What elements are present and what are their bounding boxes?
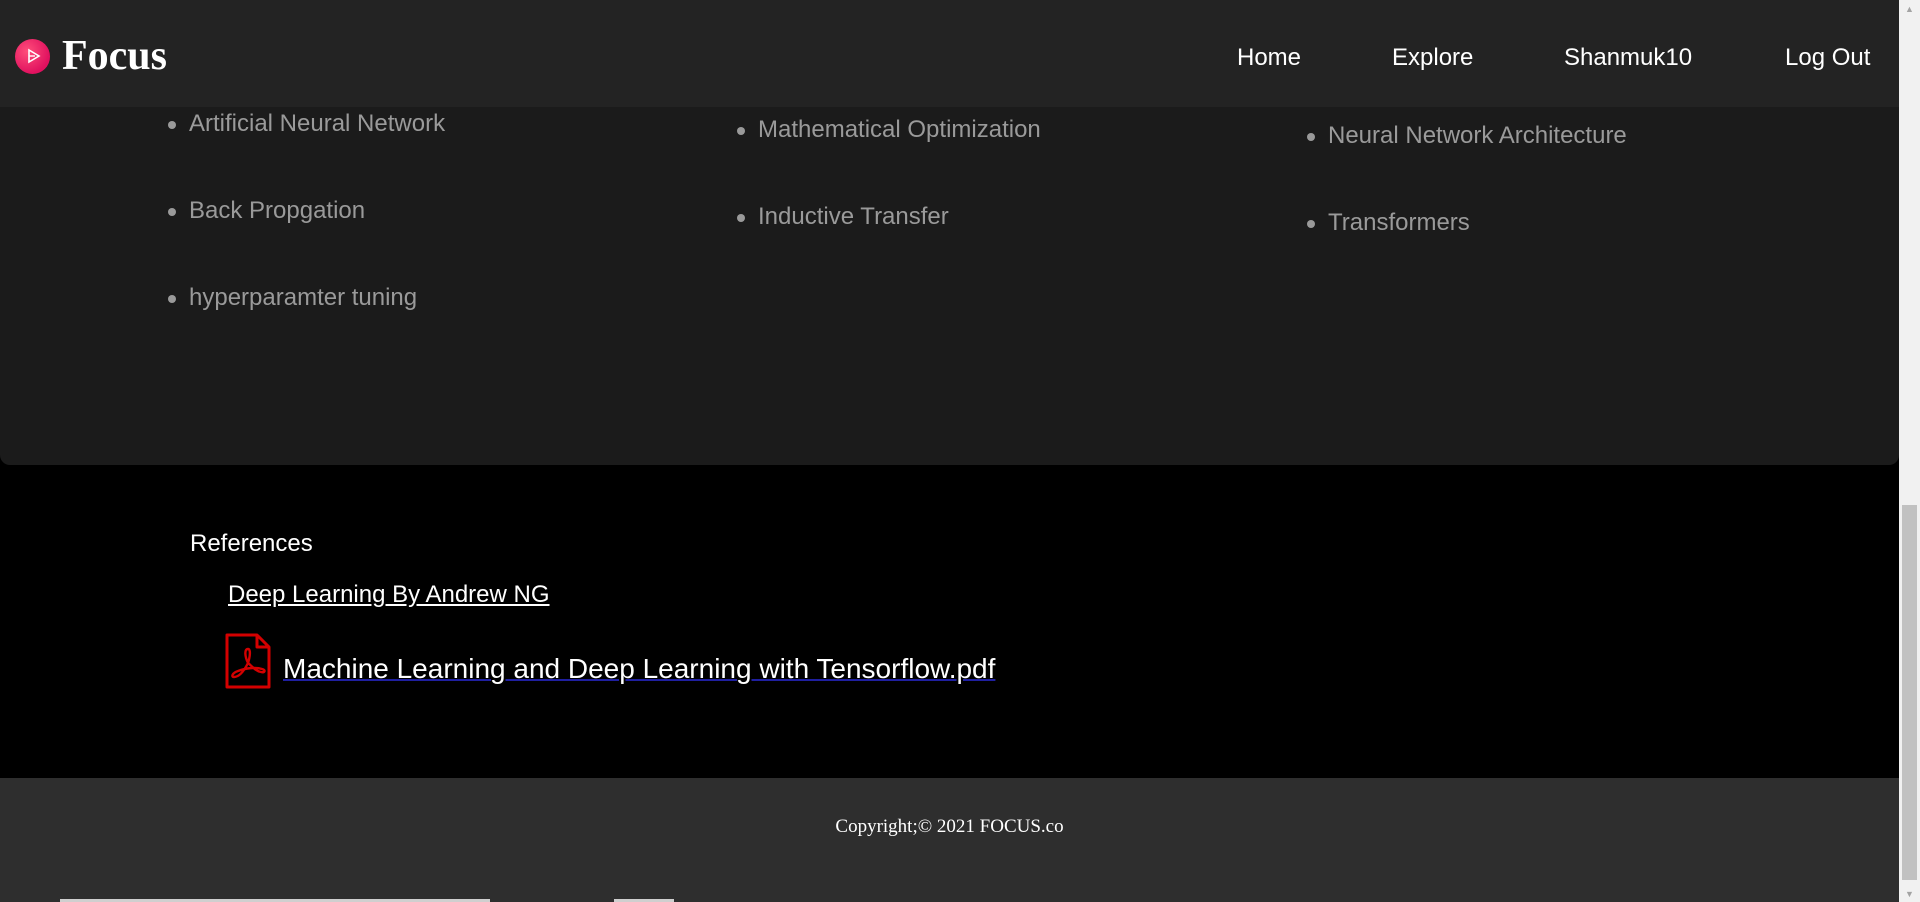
topic-item: Transformers: [1307, 209, 1470, 237]
nav-user-link[interactable]: Shanmuk10: [1564, 44, 1692, 72]
page-scrollbar[interactable]: ▲ ▼: [1899, 0, 1920, 902]
topic-item: Neural Network Architecture: [1307, 122, 1627, 150]
navbar: Focus Home Explore Shanmuk10 Log Out: [0, 0, 1899, 107]
topic-item: Inductive Transfer: [737, 203, 949, 231]
references-heading: References: [190, 530, 313, 557]
topic-item: Artificial Neural Network: [168, 110, 445, 138]
references-section: References Deep Learning By Andrew NG Ma…: [0, 465, 1899, 778]
topic-item: hyperparamter tuning: [168, 284, 417, 312]
pdf-file-icon: [224, 633, 272, 694]
scroll-up-icon[interactable]: ▲: [1899, 0, 1920, 17]
scrollbar-thumb[interactable]: [1902, 505, 1917, 880]
pdf-file-name: Machine Learning and Deep Learning with …: [283, 652, 996, 684]
reference-link[interactable]: Deep Learning By Andrew NG: [228, 581, 550, 609]
nav-logout-link[interactable]: Log Out: [1785, 44, 1870, 72]
scroll-down-icon[interactable]: ▼: [1899, 885, 1920, 902]
pdf-download-link[interactable]: Machine Learning and Deep Learning with …: [224, 633, 995, 694]
page: Artificial Neural Network Back Propgatio…: [0, 0, 1920, 902]
copyright-text: Copyright;© 2021 FOCUS.co: [835, 816, 1064, 837]
nav-explore-link[interactable]: Explore: [1392, 44, 1473, 72]
footer: Copyright;© 2021 FOCUS.co: [0, 778, 1899, 902]
topic-item: Mathematical Optimization: [737, 116, 1041, 144]
nav-links: Home Explore Shanmuk10 Log Out: [0, 0, 1899, 107]
nav-home-link[interactable]: Home: [1237, 44, 1301, 72]
topic-item: Back Propgation: [168, 197, 365, 225]
